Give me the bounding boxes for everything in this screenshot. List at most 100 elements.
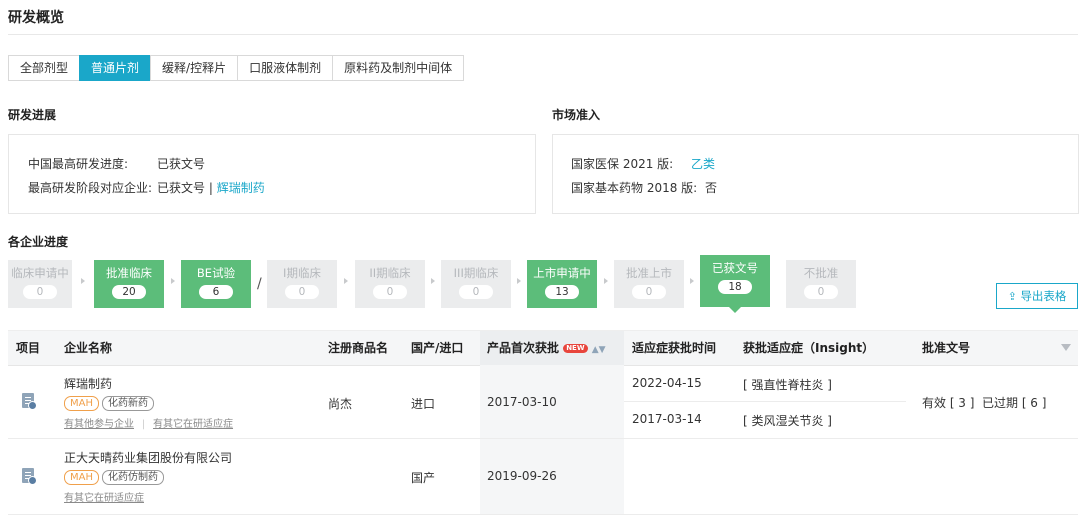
table-header: 项目 企业名称 注册商品名 国产/进口 产品首次获批 NEW ▲▼ 适应症获批时… — [8, 330, 1078, 366]
arrow-icon — [431, 278, 435, 284]
stage-count: 0 — [632, 285, 666, 299]
tab-api-intermediate[interactable]: 原料药及制剂中间体 — [332, 55, 465, 81]
origin: 国产 — [411, 471, 436, 485]
export-label: 导出表格 — [1020, 289, 1067, 303]
china-highest-value: 已获文号 — [157, 157, 206, 171]
col-brand: 注册商品名 — [328, 341, 389, 355]
tab-regular-tablet[interactable]: 普通片剂 — [79, 55, 152, 81]
other-indications-link[interactable]: 有其它在研适应症 — [153, 419, 233, 430]
col-first-approval[interactable]: 产品首次获批 NEW ▲▼ — [487, 331, 606, 367]
stage-count: 0 — [804, 285, 838, 299]
rd-progress-panel: 中国最高研发进度: 已获文号 最高研发阶段对应企业: 已获文号 | 辉瑞制药 — [8, 134, 536, 214]
arrow-icon — [171, 278, 175, 284]
page-title: 研发概览 — [8, 10, 64, 26]
stage-count: 18 — [718, 280, 752, 294]
brand-name: 尚杰 — [328, 397, 353, 411]
stage-market-approved[interactable]: 批准上市 0 — [614, 260, 684, 308]
other-indications-link[interactable]: 有其它在研适应症 — [64, 493, 144, 504]
china-highest-label: 中国最高研发进度: — [28, 157, 129, 171]
stage-name: I期临床 — [283, 266, 321, 280]
origin: 进口 — [411, 397, 436, 411]
indication-date: 2017-03-14 — [632, 412, 702, 426]
stage-name: 已获文号 — [712, 261, 758, 275]
stage-be-trial[interactable]: BE试验 6 — [181, 260, 251, 308]
stage-count: 20 — [112, 285, 146, 299]
stage-count: 13 — [545, 285, 579, 299]
market-access-panel: 国家医保 2021 版: 乙类 国家基本药物 2018 版: 否 — [552, 134, 1079, 214]
table-row: 辉瑞制药 MAH 化药新药 有其他参与企业 | 有其它在研适应症 尚杰 进口 20… — [8, 365, 1078, 439]
col-first-approval-label: 产品首次获批 — [487, 341, 560, 355]
nrdl-label: 国家医保 2021 版: — [571, 157, 674, 171]
stage-count: 0 — [459, 285, 493, 299]
stage-name: III期临床 — [453, 266, 499, 280]
approval-valid-link[interactable]: 有效 [ 3 ] — [922, 394, 974, 411]
drug-type-tag: 化药仿制药 — [102, 470, 164, 485]
document-icon — [22, 393, 37, 410]
stage-rejected[interactable]: 不批准 0 — [786, 260, 856, 308]
tab-all-forms[interactable]: 全部剂型 — [8, 55, 81, 81]
first-approval-date: 2017-03-10 — [487, 395, 557, 409]
company-link[interactable]: 辉瑞制药 — [64, 375, 112, 392]
document-icon — [22, 468, 37, 485]
stage-phase-2[interactable]: II期临床 0 — [355, 260, 425, 308]
indication-link[interactable]: [ 类风湿关节炎 ] — [743, 412, 832, 429]
sub-row-divider — [624, 401, 906, 402]
stage-approval-number[interactable]: 已获文号 18 — [700, 255, 770, 307]
edl-label: 国家基本药物 2018 版: — [571, 181, 698, 195]
stage-count: 0 — [373, 285, 407, 299]
company-progress-heading: 各企业进度 — [8, 235, 69, 249]
stage-name: 不批准 — [803, 266, 839, 280]
stage-market-application[interactable]: 上市申请中 13 — [527, 260, 597, 308]
sort-icon[interactable]: ▲▼ — [592, 345, 606, 355]
arrow-icon — [81, 278, 85, 284]
indication-link[interactable]: [ 强直性脊柱炎 ] — [743, 376, 832, 393]
stage-name: 批准临床 — [106, 266, 152, 280]
stage-phase-3[interactable]: III期临床 0 — [441, 260, 511, 308]
stage-name: 上市申请中 — [533, 266, 591, 280]
mah-tag: MAH — [64, 470, 99, 485]
new-badge: NEW — [563, 344, 588, 353]
approval-expired-link[interactable]: 已过期 [ 6 ] — [982, 394, 1046, 411]
stage-separator: / — [257, 276, 262, 292]
stage-name: 临床申请中 — [11, 266, 69, 280]
col-item: 项目 — [16, 341, 41, 355]
stage-name: II期临床 — [369, 266, 411, 280]
stage-count: 0 — [23, 285, 57, 299]
export-icon: ⇪ — [1007, 290, 1017, 303]
stage-count: 0 — [285, 285, 319, 299]
stage-clinical-approved[interactable]: 批准临床 20 — [94, 260, 164, 308]
table-row: 正大天晴药业集团股份有限公司 MAH 化药仿制药 有其它在研适应症 国产 2019… — [8, 439, 1078, 515]
stage-count: 6 — [199, 285, 233, 299]
other-companies-link[interactable]: 有其他参与企业 — [64, 419, 134, 430]
rd-progress-heading: 研发进展 — [8, 108, 57, 122]
nrdl-value[interactable]: 乙类 — [691, 155, 715, 172]
filter-icon[interactable] — [1061, 344, 1071, 351]
drug-type-tag: 化药新药 — [102, 396, 154, 411]
edl-value: 否 — [705, 181, 718, 195]
divider — [8, 34, 1078, 35]
col-indication: 获批适应症（Insight） — [743, 341, 875, 355]
highest-stage-company-link[interactable]: 辉瑞制药 — [217, 181, 265, 195]
col-indication-time: 适应症获批时间 — [632, 341, 717, 355]
arrow-icon — [517, 278, 521, 284]
col-company: 企业名称 — [64, 341, 113, 355]
highest-stage-company-value: 已获文号 | — [157, 181, 213, 195]
export-table-button[interactable]: ⇪ 导出表格 — [996, 283, 1078, 309]
note-divider: | — [141, 419, 146, 430]
highest-stage-company-label: 最高研发阶段对应企业: — [28, 181, 153, 195]
col-approval-number: 批准文号 — [922, 341, 971, 355]
arrow-icon — [344, 278, 348, 284]
company-link[interactable]: 正大天晴药业集团股份有限公司 — [64, 449, 232, 466]
arrow-icon — [604, 278, 608, 284]
stage-clinical-application[interactable]: 临床申请中 0 — [8, 260, 72, 308]
tab-oral-liquid[interactable]: 口服液体制剂 — [237, 55, 334, 81]
first-approval-date: 2019-09-26 — [487, 469, 557, 483]
indication-date: 2022-04-15 — [632, 376, 702, 390]
mah-tag: MAH — [64, 396, 99, 411]
stage-phase-1[interactable]: I期临床 0 — [267, 260, 337, 308]
selected-pointer-icon — [729, 307, 741, 313]
stage-name: 批准上市 — [626, 266, 672, 280]
market-access-heading: 市场准入 — [552, 108, 601, 122]
col-origin: 国产/进口 — [411, 341, 464, 355]
tab-sustained-release[interactable]: 缓释/控释片 — [150, 55, 239, 81]
